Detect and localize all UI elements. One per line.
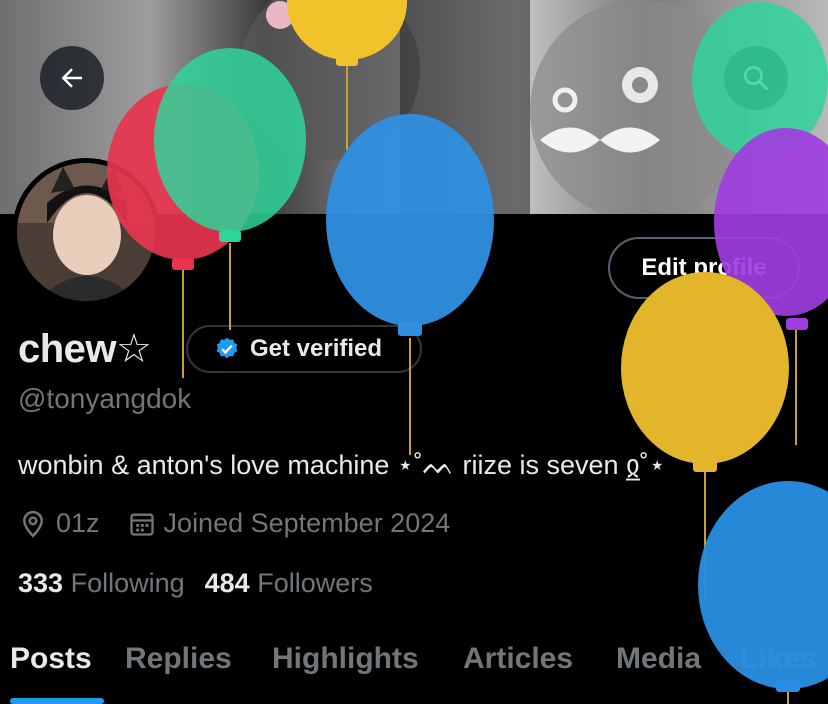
- search-icon: [744, 66, 769, 91]
- joined-date: Joined September 2024: [128, 508, 451, 539]
- tab-media[interactable]: Media: [616, 642, 701, 676]
- joined-text: Joined September 2024: [163, 508, 451, 538]
- tab-replies[interactable]: Replies: [125, 642, 232, 676]
- arrow-left-icon: [61, 68, 82, 88]
- following-label: Following: [70, 568, 185, 598]
- location: 01z: [18, 508, 100, 539]
- profile-meta: 01z Joined September 2024: [18, 508, 450, 539]
- get-verified-button[interactable]: Get verified: [186, 325, 422, 373]
- tab-highlights[interactable]: Highlights: [272, 642, 419, 676]
- tab-posts[interactable]: Posts: [10, 642, 92, 676]
- active-tab-indicator: [10, 698, 104, 704]
- followers-link[interactable]: 484 Followers: [205, 568, 373, 599]
- profile-tabs: Posts Replies Highlights Articles Media …: [0, 630, 828, 704]
- display-name: chew☆: [18, 327, 152, 371]
- bio: wonbin & anton's love machine ⋆˚ᨓ riize …: [18, 450, 666, 480]
- following-link[interactable]: 333 Following: [18, 568, 185, 599]
- tab-likes[interactable]: Likes: [740, 642, 817, 676]
- handle: @tonyangdok: [18, 383, 192, 414]
- edit-profile-button[interactable]: Edit profile: [608, 237, 800, 299]
- avatar[interactable]: [12, 158, 160, 306]
- location-pin-icon: [22, 510, 44, 538]
- verified-badge-icon: [216, 337, 238, 359]
- followers-count: 484: [204, 568, 250, 598]
- avatar-image: [17, 163, 155, 301]
- follow-stats: 333 Following 484 Followers: [18, 568, 373, 599]
- balloon-icon: [621, 272, 789, 600]
- calendar-icon: [129, 513, 154, 536]
- tab-articles[interactable]: Articles: [463, 642, 573, 676]
- get-verified-label: Get verified: [250, 335, 383, 362]
- search-button[interactable]: [724, 46, 788, 110]
- back-button[interactable]: [40, 46, 104, 110]
- location-text: 01z: [56, 508, 100, 538]
- followers-label: Followers: [257, 568, 373, 598]
- following-count: 333: [18, 568, 64, 598]
